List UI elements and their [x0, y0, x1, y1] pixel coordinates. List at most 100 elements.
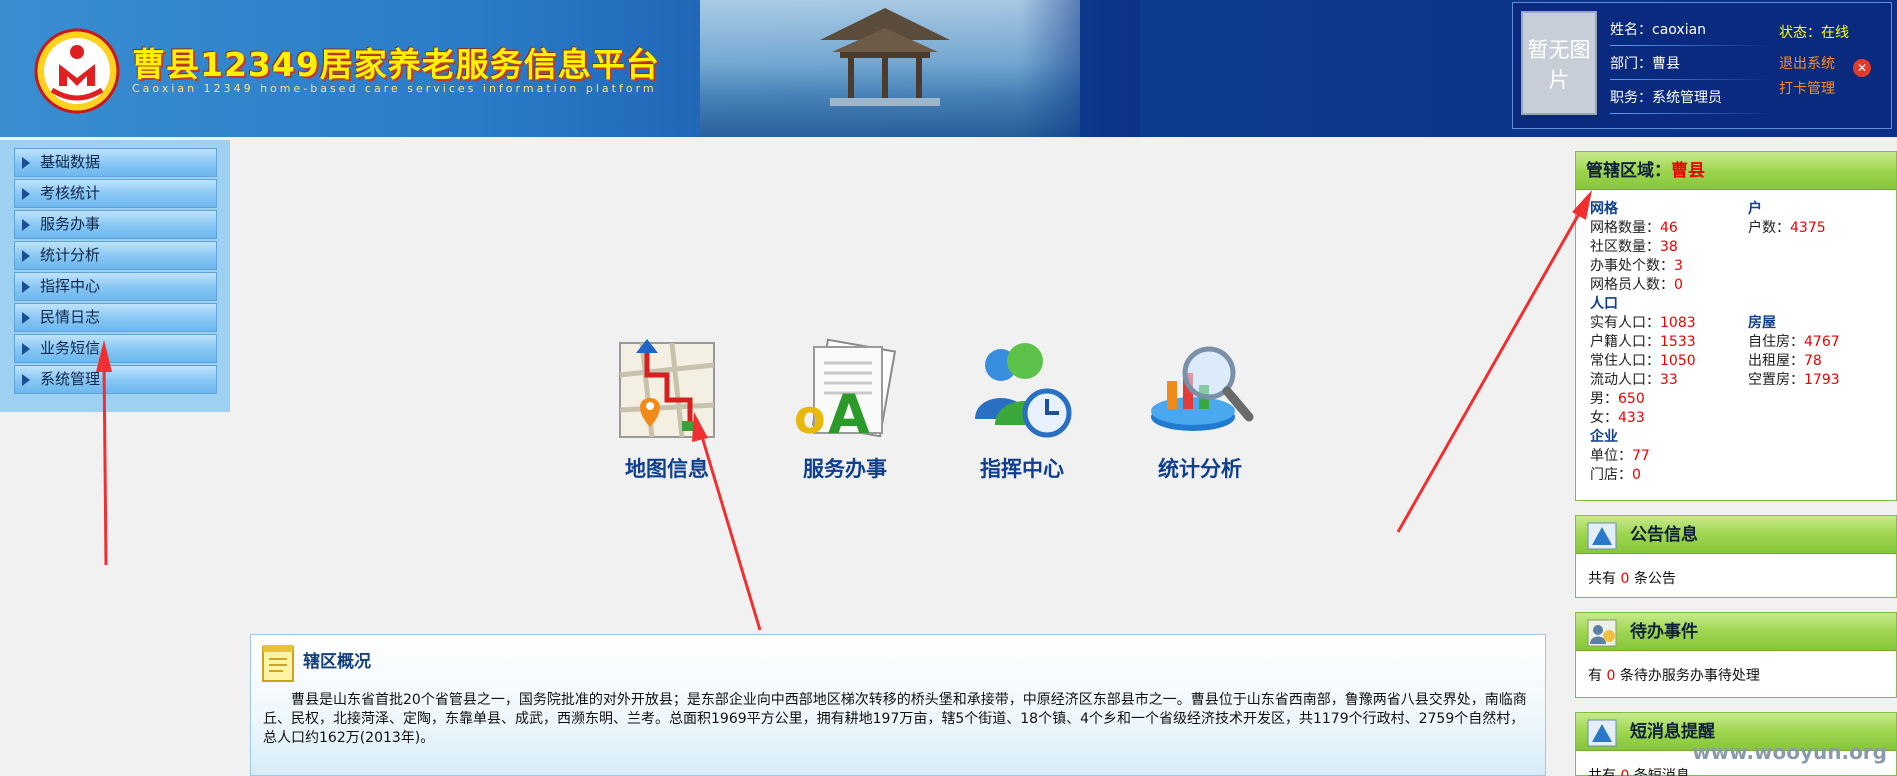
- stats-right-column: 户 户数：4375 房屋 自住房：4767 出租屋：78 空置房：1793: [1748, 200, 1840, 390]
- todo-summary: 有 0 条待办服务办事待处理: [1576, 651, 1896, 699]
- magnifier-analysis-icon: [1151, 346, 1254, 431]
- watermark: www.wooyun.org: [1692, 740, 1887, 764]
- notice-pre: 共有: [1588, 571, 1621, 587]
- menu-item-label: 基础数据: [40, 153, 101, 171]
- notice-panel: 公告信息 共有 0 条公告: [1575, 515, 1897, 598]
- todo-header[interactable]: 待办事件: [1576, 613, 1896, 651]
- logout-link[interactable]: 退出系统: [1779, 53, 1835, 73]
- stat-female: 女：433: [1590, 409, 1696, 428]
- menu-item-assessment-stats[interactable]: 考核统计: [14, 179, 217, 208]
- stat-label: 女：: [1590, 410, 1618, 426]
- tile-map-info[interactable]: 地图信息: [597, 335, 737, 483]
- sms-pre: 共有: [1588, 768, 1621, 776]
- notice-post: 条公告: [1629, 571, 1676, 587]
- stat-community-count: 社区数量：38: [1590, 238, 1696, 257]
- stat-label: 门店：: [1590, 467, 1632, 483]
- svg-text:o: o: [794, 390, 826, 444]
- stat-value: 1083: [1660, 315, 1696, 331]
- pavilion-illustration: [820, 8, 950, 106]
- tile-label: 地图信息: [625, 457, 709, 481]
- user-dept-label: 部门：: [1610, 56, 1652, 72]
- notice-summary: 共有 0 条公告: [1576, 554, 1896, 602]
- annotation-arrow-jurisdiction: [1396, 211, 1582, 533]
- todo-panel: 待办事件 有 0 条待办服务办事待处理: [1575, 612, 1897, 698]
- user-role-row: 职务：系统管理员: [1610, 87, 1770, 114]
- menu-item-basic-data[interactable]: 基础数据: [14, 148, 217, 177]
- grid-heading: 网格: [1590, 201, 1618, 217]
- stat-grid-staff-count: 网格员人数：0: [1590, 276, 1696, 295]
- stat-value: 3: [1674, 258, 1683, 274]
- stat-label: 办事处个数：: [1590, 258, 1674, 274]
- population-heading: 人口: [1590, 296, 1618, 312]
- stat-household-count: 户数：4375: [1748, 219, 1840, 238]
- todo-title: 待办事件: [1630, 622, 1698, 642]
- menu-item-statistical-analysis[interactable]: 统计分析: [14, 241, 217, 270]
- menu-item-public-log[interactable]: 民情日志: [14, 303, 217, 332]
- stat-label: 实有人口：: [1590, 315, 1660, 331]
- expand-arrow-icon: [22, 281, 30, 293]
- stat-label: 男：: [1590, 391, 1618, 407]
- menu-item-system-management[interactable]: 系统管理: [14, 365, 217, 394]
- stat-label: 自住房：: [1748, 334, 1804, 350]
- stat-value: 46: [1660, 220, 1678, 236]
- stat-value: 1050: [1660, 353, 1696, 369]
- expand-arrow-icon: [22, 374, 30, 386]
- jurisdiction-stats: 网格 网格数量：46 社区数量：38 办事处个数：3 网格员人数：0 人口 实有…: [1576, 190, 1896, 483]
- users-clock-icon: [975, 343, 1072, 438]
- stat-value: 0: [1632, 467, 1641, 483]
- stat-value: 78: [1804, 353, 1822, 369]
- housing-heading: 房屋: [1748, 315, 1776, 331]
- user-dept-row: 部门：曹县: [1610, 53, 1770, 80]
- user-info-box: 暂无图片 姓名：caoxian 部门：曹县 职务：系统管理员 状态：在线 退出系…: [1512, 2, 1892, 129]
- tile-service-affairs[interactable]: o A 服务办事: [775, 335, 915, 483]
- stat-vacant: 空置房：1793: [1748, 371, 1840, 390]
- expand-arrow-icon: [22, 157, 30, 169]
- enterprise-heading: 企业: [1590, 429, 1618, 445]
- sms-title: 短消息提醒: [1630, 722, 1715, 742]
- menu-item-label: 系统管理: [40, 370, 101, 388]
- expand-arrow-icon: [22, 250, 30, 262]
- stat-value: 33: [1660, 372, 1678, 388]
- map-icon: [619, 339, 715, 438]
- logout-close-icon[interactable]: ✕: [1853, 59, 1871, 77]
- stat-value: 1533: [1660, 334, 1696, 350]
- avatar: 暂无图片: [1521, 11, 1597, 115]
- stat-value: 4375: [1790, 220, 1826, 236]
- tile-label: 指挥中心: [980, 457, 1064, 481]
- menu-item-command-center[interactable]: 指挥中心: [14, 272, 217, 301]
- stat-stores: 门店：0: [1590, 466, 1696, 485]
- notice-title: 公告信息: [1630, 525, 1698, 545]
- expand-arrow-icon: [22, 343, 30, 355]
- user-role-label: 职务：: [1610, 90, 1652, 106]
- stat-label: 户籍人口：: [1590, 334, 1660, 350]
- jurisdiction-area: 曹县: [1671, 161, 1705, 181]
- stat-label: 常住人口：: [1590, 353, 1660, 369]
- stat-units: 单位：77: [1590, 447, 1696, 466]
- clock-in-management-link[interactable]: 打卡管理: [1779, 78, 1835, 98]
- stat-registered-population: 户籍人口：1533: [1590, 333, 1696, 352]
- stat-resident-population: 常住人口：1050: [1590, 352, 1696, 371]
- stat-rental: 出租屋：78: [1748, 352, 1840, 371]
- stat-label: 空置房：: [1748, 372, 1804, 388]
- stat-value: 0: [1674, 277, 1683, 293]
- household-heading: 户: [1748, 201, 1762, 217]
- stat-label: 流动人口：: [1590, 372, 1660, 388]
- notice-header[interactable]: 公告信息: [1576, 516, 1896, 554]
- tile-statistical-analysis[interactable]: 统计分析: [1130, 335, 1270, 483]
- platform-subtitle: Caoxian 12349 home-based care services i…: [132, 82, 657, 95]
- stat-value: 4767: [1804, 334, 1840, 350]
- stat-value: 77: [1632, 448, 1650, 464]
- menu-item-label: 服务办事: [40, 215, 101, 233]
- notice-icon: [1587, 522, 1617, 550]
- stat-floating-population: 流动人口：33: [1590, 371, 1696, 390]
- user-name-row: 姓名：caoxian: [1610, 19, 1770, 46]
- expand-arrow-icon: [22, 312, 30, 324]
- overview-text: 曹县是山东省首批20个省管县之一，国务院批准的对外开放县；是东部企业向中西部地区…: [263, 692, 1527, 746]
- menu-item-service-affairs[interactable]: 服务办事: [14, 210, 217, 239]
- jurisdiction-stats-panel: 管辖区域：曹县 网格 网格数量：46 社区数量：38 办事处个数：3 网格员人数…: [1575, 151, 1897, 501]
- menu-item-business-sms[interactable]: 业务短信: [14, 334, 217, 363]
- tile-command-center[interactable]: 指挥中心: [952, 335, 1092, 483]
- expand-arrow-icon: [22, 219, 30, 231]
- left-nav-menu: 基础数据 考核统计 服务办事 统计分析 指挥中心 民情日志 业务短信 系统管理: [0, 140, 230, 412]
- user-name-value: caoxian: [1652, 22, 1707, 38]
